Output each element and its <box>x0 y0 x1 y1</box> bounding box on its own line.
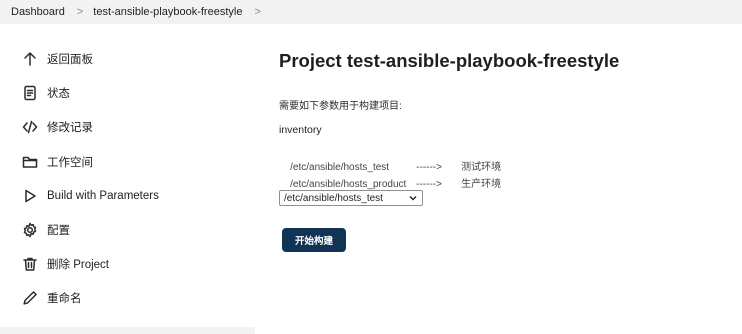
document-icon <box>21 84 39 102</box>
breadcrumb-project[interactable]: test-ansible-playbook-freestyle <box>93 6 242 18</box>
build-button[interactable]: 开始构建 <box>282 228 346 252</box>
sidebar-item-build-with-parameters[interactable]: Build with Parameters <box>0 183 255 209</box>
sidebar-item-label: 返回面板 <box>47 54 93 66</box>
play-icon <box>21 187 39 205</box>
parameter-name: inventory <box>279 124 322 136</box>
main-content: Project test-ansible-playbook-freestyle … <box>256 24 742 334</box>
arrow-up-icon <box>21 50 39 68</box>
trash-icon <box>21 255 39 273</box>
breadcrumb: Dashboard > test-ansible-playbook-freest… <box>0 0 742 24</box>
sidebar-item-rename[interactable]: 重命名 <box>0 285 255 311</box>
sidebar-item-label: 删除 Project <box>47 259 109 271</box>
sidebar-item-status[interactable]: 状态 <box>0 80 255 106</box>
parameter-help-path: /etc/ansible/hosts_product <box>290 179 407 190</box>
breadcrumb-dashboard[interactable]: Dashboard <box>11 6 65 18</box>
sidebar: 返回面板 状态 修改记录 工作空间 Build with Parameters … <box>0 24 255 334</box>
sidebar-item-changes[interactable]: 修改记录 <box>0 114 255 140</box>
inventory-select-value: /etc/ansible/hosts_test <box>284 192 383 204</box>
sidebar-item-label: 工作空间 <box>47 157 93 169</box>
gear-icon <box>21 221 39 239</box>
page-title: Project test-ansible-playbook-freestyle <box>279 50 620 71</box>
sidebar-footer-strip <box>0 327 255 334</box>
sidebar-item-configure[interactable]: 配置 <box>0 217 255 243</box>
sidebar-item-delete-project[interactable]: 删除 Project <box>0 251 255 277</box>
breadcrumb-separator: > <box>76 6 84 18</box>
chevron-down-icon <box>408 192 418 204</box>
sidebar-item-workspace[interactable]: 工作空间 <box>0 149 255 175</box>
sidebar-item-label: Build with Parameters <box>47 190 159 202</box>
sidebar-item-label: 状态 <box>47 88 70 100</box>
parameter-help-env: 生产环境 <box>461 179 502 190</box>
folder-icon <box>21 153 39 171</box>
pencil-icon <box>21 289 39 307</box>
breadcrumb-separator[interactable]: > <box>254 6 260 18</box>
parameter-help-arrow: ------> <box>416 179 442 190</box>
sidebar-item-label: 配置 <box>47 225 70 237</box>
inventory-select[interactable]: /etc/ansible/hosts_test <box>279 190 423 206</box>
sidebar-item-back-to-dashboard[interactable]: 返回面板 <box>0 46 255 72</box>
sidebar-item-label: 修改记录 <box>47 122 93 134</box>
sidebar-item-label: 重命名 <box>47 293 82 305</box>
code-icon <box>21 118 39 136</box>
parameters-description: 需要如下参数用于构建项目: <box>279 101 402 112</box>
